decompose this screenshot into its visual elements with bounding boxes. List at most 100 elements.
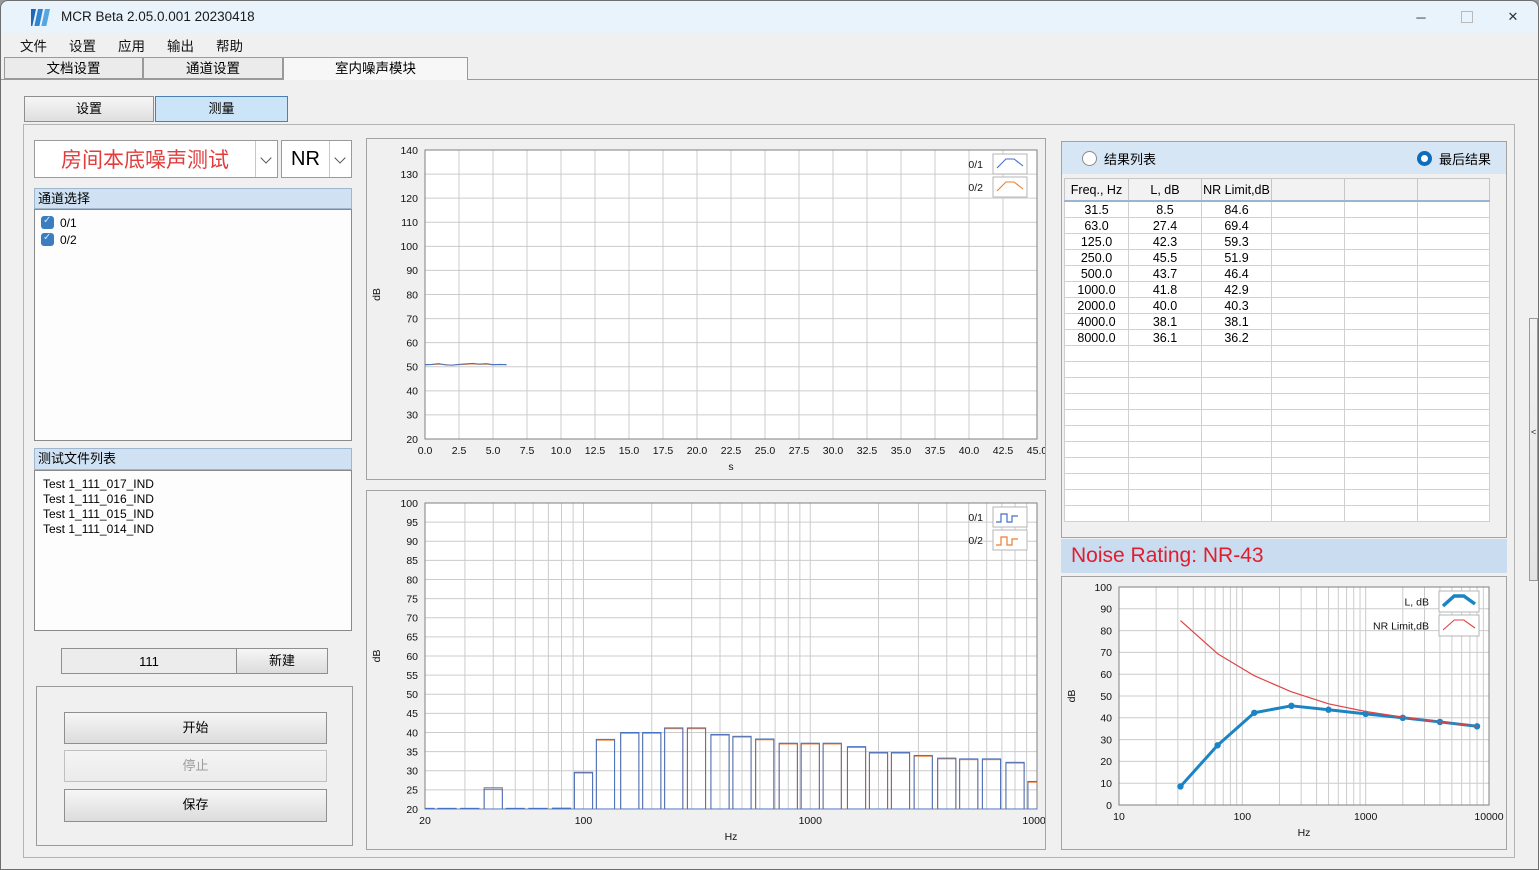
new-button[interactable]: 新建 <box>236 648 328 674</box>
menu-item-settings[interactable]: 设置 <box>58 35 107 55</box>
table-cell <box>1202 426 1272 442</box>
subtab-measure[interactable]: 测量 <box>155 96 288 122</box>
svg-text:30: 30 <box>406 410 418 422</box>
radio-off-icon[interactable] <box>1082 151 1097 166</box>
radio-on-icon[interactable] <box>1417 151 1432 166</box>
table-cell <box>1129 506 1202 522</box>
table-cell <box>1418 298 1490 314</box>
table-row <box>1065 362 1490 378</box>
table-cell <box>1129 490 1202 506</box>
svg-text:12.5: 12.5 <box>585 445 606 457</box>
checkbox-checked-icon[interactable] <box>41 233 54 246</box>
table-cell: 4000.0 <box>1065 314 1129 330</box>
maximize-icon <box>1461 11 1473 23</box>
table-cell <box>1129 378 1202 394</box>
svg-text:7.5: 7.5 <box>520 445 535 457</box>
svg-text:95: 95 <box>406 517 418 529</box>
menu-item-help[interactable]: 帮助 <box>205 35 254 55</box>
table-cell: 125.0 <box>1065 234 1129 250</box>
table-cell <box>1345 314 1418 330</box>
table-cell <box>1345 410 1418 426</box>
noise-rating-banner: Noise Rating: NR-43 <box>1061 539 1507 573</box>
svg-text:0.0: 0.0 <box>418 445 433 457</box>
table-header-cell: NR Limit,dB <box>1202 179 1272 202</box>
close-button[interactable]: ✕ <box>1490 1 1536 33</box>
table-cell <box>1272 266 1345 282</box>
maximize-button[interactable] <box>1444 1 1490 33</box>
subtab-settings[interactable]: 设置 <box>24 96 154 122</box>
table-cell: 40.0 <box>1129 298 1202 314</box>
radio-last-result[interactable]: 最后结果 <box>1417 149 1491 168</box>
svg-text:10000: 10000 <box>1022 815 1045 827</box>
channel-label: 0/2 <box>60 233 77 247</box>
panel-collapse-splitter[interactable]: < <box>1529 318 1538 581</box>
tab-room-noise-module[interactable]: 室内噪声模块 <box>283 57 468 80</box>
table-row: 31.58.584.6 <box>1065 201 1490 218</box>
table-cell <box>1202 474 1272 490</box>
action-group-box: 开始 停止 保存 <box>36 686 353 846</box>
table-cell <box>1418 410 1490 426</box>
minimize-button[interactable]: ─ <box>1398 1 1444 33</box>
table-cell <box>1065 362 1129 378</box>
table-cell <box>1345 458 1418 474</box>
table-row <box>1065 378 1490 394</box>
test-file-item[interactable]: Test 1_111_016_IND <box>43 492 351 507</box>
table-cell <box>1272 426 1345 442</box>
svg-text:70: 70 <box>406 613 418 625</box>
tab-channel-settings[interactable]: 通道设置 <box>143 57 283 79</box>
table-cell: 500.0 <box>1065 266 1129 282</box>
table-cell <box>1418 362 1490 378</box>
svg-text:100: 100 <box>575 815 593 827</box>
table-cell <box>1202 506 1272 522</box>
menu-item-file[interactable]: 文件 <box>9 35 58 55</box>
test-file-list-header: 测试文件列表 <box>34 448 352 470</box>
test-file-item[interactable]: Test 1_111_015_IND <box>43 507 351 522</box>
svg-text:90: 90 <box>406 536 418 548</box>
test-name-input[interactable] <box>61 648 237 674</box>
test-type-combo[interactable]: 房间本底噪声测试 <box>34 140 278 178</box>
table-cell <box>1418 378 1490 394</box>
checkbox-checked-icon[interactable] <box>41 216 54 229</box>
results-table[interactable]: Freq., HzL, dBNR Limit,dB31.58.584.663.0… <box>1064 178 1490 522</box>
table-cell <box>1129 426 1202 442</box>
channel-item-0-2[interactable]: 0/2 <box>41 231 351 248</box>
svg-text:75: 75 <box>406 593 418 605</box>
svg-text:30: 30 <box>406 766 418 778</box>
start-button[interactable]: 开始 <box>64 712 327 744</box>
svg-text:50: 50 <box>406 362 418 374</box>
svg-text:30.0: 30.0 <box>823 445 844 457</box>
table-cell: 42.9 <box>1202 282 1272 298</box>
svg-text:0/2: 0/2 <box>968 182 983 194</box>
rating-type-combo[interactable]: NR <box>281 140 352 178</box>
svg-text:45: 45 <box>406 708 418 720</box>
table-cell: 38.1 <box>1202 314 1272 330</box>
svg-text:27.5: 27.5 <box>789 445 810 457</box>
chevron-down-icon[interactable] <box>255 141 277 177</box>
title-bar: MCR Beta 2.05.0.001 20230418 ─ ✕ <box>1 1 1538 33</box>
table-cell <box>1065 394 1129 410</box>
table-cell <box>1418 346 1490 362</box>
svg-text:50: 50 <box>406 689 418 701</box>
menu-item-output[interactable]: 输出 <box>156 35 205 55</box>
test-file-item[interactable]: Test 1_111_014_IND <box>43 522 351 537</box>
table-cell <box>1065 506 1129 522</box>
radio-result-list[interactable]: 结果列表 <box>1082 149 1156 168</box>
test-file-list[interactable]: Test 1_111_017_INDTest 1_111_016_INDTest… <box>34 470 352 631</box>
table-cell <box>1202 362 1272 378</box>
menu-item-app[interactable]: 应用 <box>107 35 156 55</box>
table-row: 500.043.746.4 <box>1065 266 1490 282</box>
radio-last-result-label: 最后结果 <box>1439 149 1491 168</box>
channel-list[interactable]: 0/10/2 <box>34 209 352 441</box>
chevron-down-icon[interactable] <box>329 141 351 177</box>
table-cell <box>1272 490 1345 506</box>
svg-text:Hz: Hz <box>1298 827 1311 839</box>
save-button[interactable]: 保存 <box>64 789 327 822</box>
svg-text:32.5: 32.5 <box>857 445 878 457</box>
table-cell <box>1272 362 1345 378</box>
channel-item-0-1[interactable]: 0/1 <box>41 214 351 231</box>
table-row <box>1065 346 1490 362</box>
svg-text:100: 100 <box>400 241 418 253</box>
svg-text:L, dB: L, dB <box>1404 597 1429 609</box>
tab-document-settings[interactable]: 文档设置 <box>4 57 143 79</box>
test-file-item[interactable]: Test 1_111_017_IND <box>43 477 351 492</box>
